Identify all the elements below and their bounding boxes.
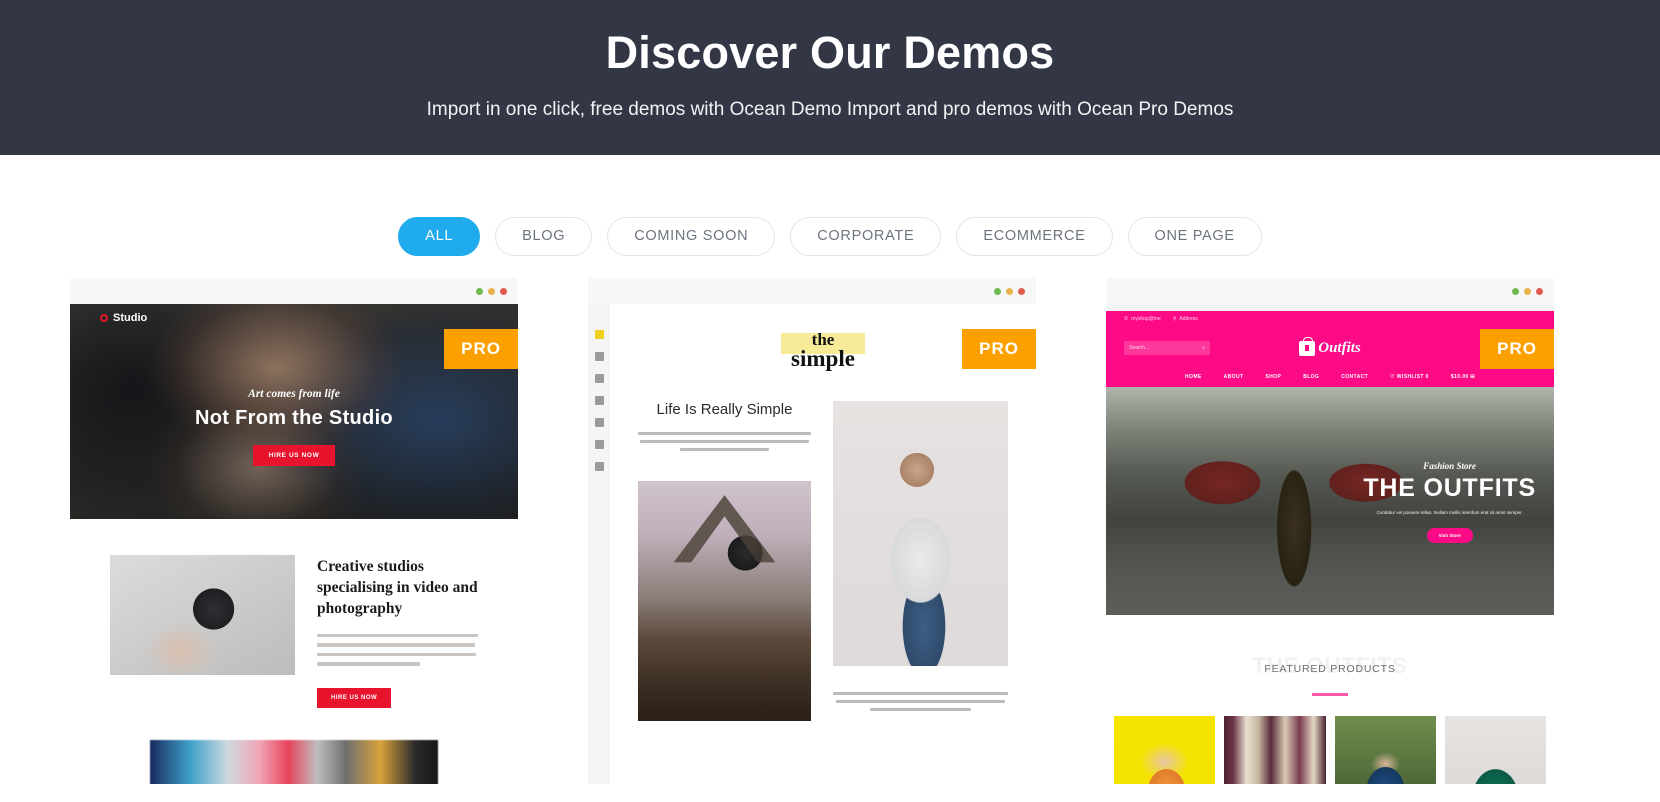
- outfits-hero-sub: Curabitur vel posuere tellus. Nullam mol…: [1376, 510, 1523, 515]
- mail-icon[interactable]: [594, 462, 604, 471]
- nav-shop[interactable]: SHOP: [1265, 374, 1281, 380]
- phone-icon: ✆ myshop@me: [1124, 316, 1161, 322]
- home-icon[interactable]: [594, 374, 604, 383]
- product-card[interactable]: [1444, 716, 1546, 784]
- yellow-dot: [1006, 287, 1013, 295]
- pro-badge: PRO: [1480, 329, 1554, 369]
- cart-total: $10.00: [1450, 374, 1469, 380]
- green-dot: [994, 287, 1001, 295]
- wishlist-link[interactable]: ♡ WISHLIST 0: [1390, 374, 1429, 380]
- outfits-topbar: ✆ myshop@me ⚲ Address: [1106, 311, 1554, 327]
- chat-icon[interactable]: [594, 440, 604, 449]
- studio-tagline: Art comes from life: [248, 388, 340, 400]
- the-simple-right-photo: [833, 400, 1008, 666]
- studio-section-heading: Creative studios specialising in video a…: [317, 558, 478, 617]
- page-title: Discover Our Demos: [605, 26, 1055, 78]
- product-card[interactable]: [1224, 716, 1326, 784]
- section-divider: [1312, 693, 1348, 696]
- the-simple-logo: the simple: [638, 330, 1008, 371]
- product-card[interactable]: [1114, 716, 1216, 784]
- outfits-hero-copy: Fashion Store THE OUTFITS Curabitur vel …: [1363, 461, 1536, 543]
- studio-section-body: [317, 633, 478, 666]
- globe-icon[interactable]: [594, 396, 604, 405]
- outfits-featured-label: FEATURED PRODUCTS: [1264, 663, 1396, 675]
- circle-icon: [100, 314, 108, 322]
- red-dot: [1018, 287, 1025, 295]
- demo-card-the-simple[interactable]: PRO the simple Life Is Really Simple: [588, 278, 1036, 784]
- the-simple-body: [638, 431, 811, 451]
- cart-link[interactable]: $10.00 ⛁: [1451, 374, 1475, 380]
- red-dot: [500, 287, 507, 295]
- studio-headline: Not From the Studio: [195, 407, 393, 429]
- browser-chrome-bar: [70, 278, 518, 304]
- outfits-topbar-phone: myshop@me: [1131, 316, 1161, 322]
- studio-logo: Studio: [100, 312, 147, 324]
- studio-content-section: Creative studios specialising in video a…: [70, 519, 518, 784]
- red-dot: [1536, 287, 1543, 295]
- studio-section-button[interactable]: HIRE US NOW: [317, 687, 392, 708]
- nav-about[interactable]: ABOUT: [1224, 374, 1244, 380]
- yellow-dot: [1524, 287, 1531, 295]
- outfits-hero-script: Fashion Store: [1423, 461, 1477, 471]
- demo-filter-bar: ALL BLOG COMING SOON CORPORATE ECOMMERCE…: [0, 217, 1660, 256]
- outfits-topbar-location: Address: [1179, 316, 1198, 322]
- page-hero: Discover Our Demos Import in one click, …: [0, 0, 1660, 155]
- the-simple-headline: Life Is Really Simple: [656, 400, 793, 418]
- the-simple-sidebar: [588, 304, 610, 784]
- studio-hero-button[interactable]: HIRE US NOW: [252, 445, 336, 466]
- demo-preview-the-simple: PRO the simple Life Is Really Simple: [588, 304, 1036, 784]
- demo-card-the-outfits[interactable]: PRO ✆ myshop@me ⚲ Address Search... ⌕ Ou…: [1106, 278, 1554, 784]
- camera-icon[interactable]: [594, 418, 604, 427]
- nav-home[interactable]: HOME: [1185, 374, 1202, 380]
- outfits-hero-title: THE OUTFITS: [1363, 474, 1536, 502]
- studio-hero-copy: Art comes from life Not From the Studio …: [70, 388, 518, 466]
- search-placeholder: Search...: [1129, 345, 1150, 351]
- studio-thumbnail-image: [110, 555, 295, 675]
- shopping-bag-icon: [1299, 336, 1316, 356]
- outfits-nav: HOME ABOUT SHOP BLOG CONTACT ♡ WISHLIST …: [1106, 369, 1554, 387]
- pro-badge: PRO: [962, 329, 1036, 369]
- studio-color-strip-image: [150, 739, 438, 784]
- page-subtitle: Import in one click, free demos with Oce…: [426, 99, 1234, 121]
- browser-chrome-bar: [1106, 278, 1554, 304]
- nav-contact[interactable]: CONTACT: [1341, 374, 1368, 380]
- demo-preview-studio: PRO Studio Art comes from life Not From …: [70, 304, 518, 784]
- outfits-product-list: [1106, 716, 1554, 784]
- location-icon: ⚲ Address: [1172, 316, 1198, 322]
- filter-one-page[interactable]: ONE PAGE: [1127, 217, 1262, 256]
- demo-grid: PRO Studio Art comes from life Not From …: [0, 278, 1660, 798]
- studio-logo-text: Studio: [113, 312, 148, 324]
- filter-corporate[interactable]: CORPORATE: [790, 217, 942, 256]
- the-simple-left-photo: [638, 480, 811, 721]
- browser-chrome-bar: [588, 278, 1036, 304]
- filter-all[interactable]: ALL: [398, 217, 481, 256]
- demo-card-studio[interactable]: PRO Studio Art comes from life Not From …: [70, 278, 518, 784]
- green-dot: [1512, 287, 1519, 295]
- filter-blog[interactable]: BLOG: [495, 217, 593, 256]
- nav-blog[interactable]: BLOG: [1303, 374, 1319, 380]
- filter-ecommerce[interactable]: ECOMMERCE: [956, 217, 1113, 256]
- product-card[interactable]: [1334, 716, 1436, 784]
- star-icon[interactable]: [594, 330, 604, 339]
- outfits-hero-button[interactable]: Visit Store: [1426, 528, 1473, 543]
- outfits-featured-section: THE OUTFITS FEATURED PRODUCTS: [1106, 615, 1554, 784]
- outfits-brand-text: Outfits: [1318, 339, 1361, 356]
- yellow-dot: [488, 287, 495, 295]
- grid-icon[interactable]: [594, 352, 604, 361]
- wishlist-label: WISHLIST 0: [1396, 374, 1429, 380]
- green-dot: [476, 287, 483, 295]
- filter-coming-soon[interactable]: COMING SOON: [607, 217, 776, 256]
- pro-badge: PRO: [444, 329, 518, 369]
- search-icon[interactable]: ⌕: [1202, 345, 1205, 351]
- outfits-hero-image: Fashion Store THE OUTFITS Curabitur vel …: [1106, 387, 1554, 615]
- the-simple-right-body: [833, 691, 1008, 711]
- search-input[interactable]: Search... ⌕: [1124, 341, 1210, 355]
- the-simple-logo-line2: simple: [791, 345, 855, 371]
- demo-preview-the-outfits: PRO ✆ myshop@me ⚲ Address Search... ⌕ Ou…: [1106, 304, 1554, 784]
